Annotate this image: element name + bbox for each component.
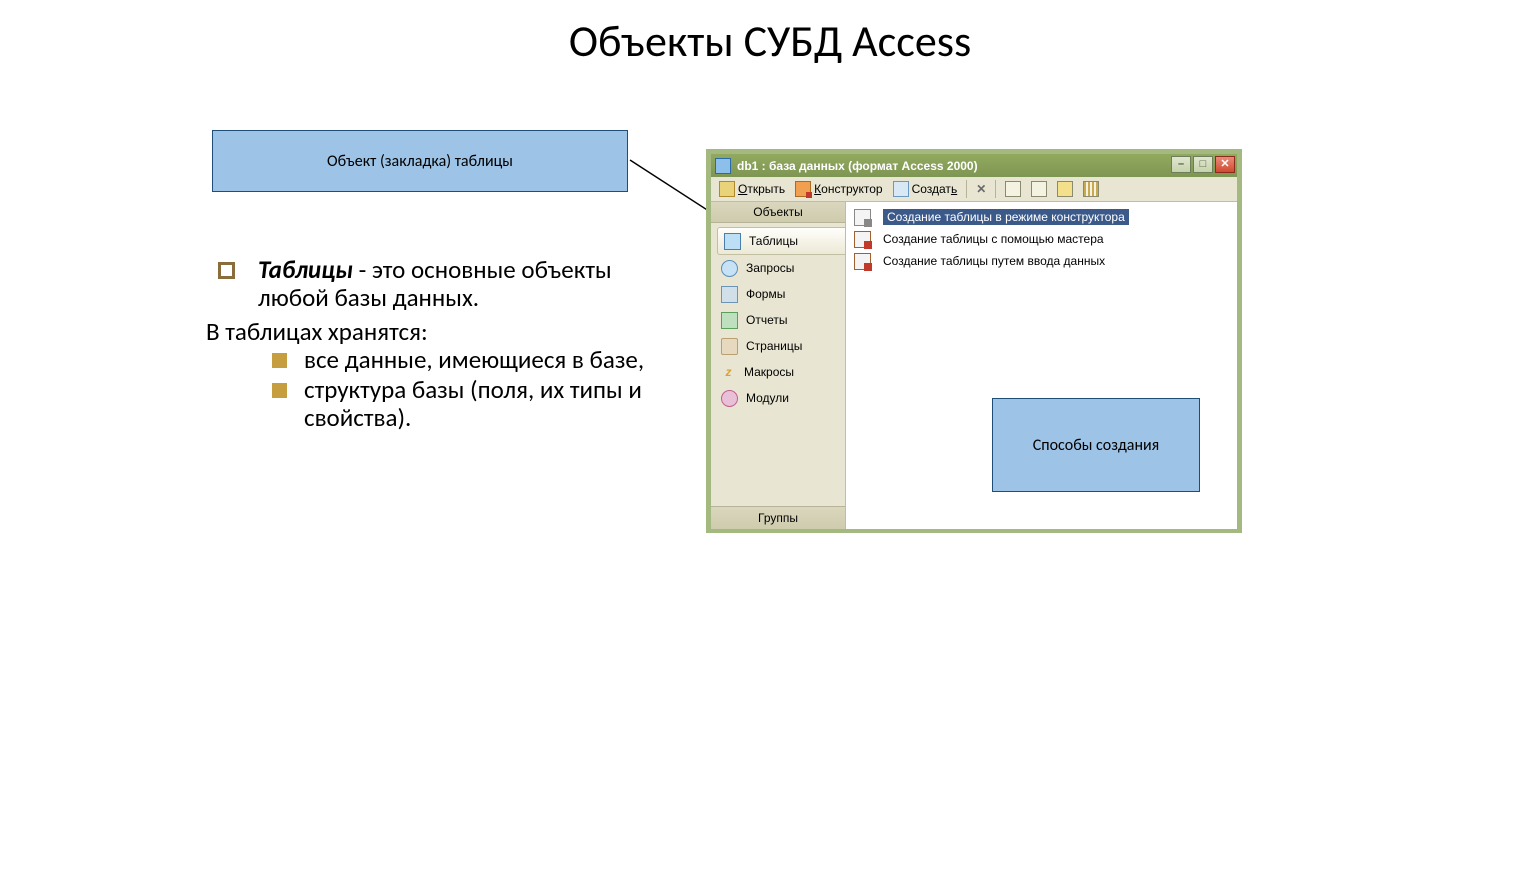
toolbar-design[interactable]: Конструктор xyxy=(791,179,886,199)
list-label-2: Создание таблицы с помощью мастера xyxy=(883,232,1104,246)
toolbar-view-details[interactable] xyxy=(1079,179,1103,199)
tables-icon xyxy=(724,233,741,250)
sidebar-modules-label: Модули xyxy=(746,391,789,405)
objects-header[interactable]: Объекты xyxy=(711,202,845,223)
toolbar-view-small[interactable] xyxy=(1027,179,1051,199)
list-item-create-design[interactable]: Создание таблицы в режиме конструктора xyxy=(846,206,1237,228)
wizard-icon xyxy=(854,253,871,270)
toolbar: ООткрытьткрыть Конструктор Создать ✕ xyxy=(711,177,1237,202)
toolbar-create[interactable]: Создать xyxy=(889,179,962,199)
window-titlebar[interactable]: db1 : база данных (формат Access 2000) –… xyxy=(711,154,1237,177)
app-icon xyxy=(715,158,731,174)
macros-icon: z xyxy=(721,365,736,380)
design-icon xyxy=(795,181,811,197)
toolbar-open[interactable]: ООткрытьткрыть xyxy=(715,179,789,199)
maximize-button[interactable]: □ xyxy=(1193,156,1213,173)
pages-icon xyxy=(721,338,738,355)
groups-header[interactable]: Группы xyxy=(711,506,845,529)
toolbar-divider-2 xyxy=(995,180,996,198)
toolbar-view-list[interactable] xyxy=(1053,179,1077,199)
sidebar-forms-label: Формы xyxy=(746,287,785,301)
body-text: Таблицы - это основные объекты любой баз… xyxy=(214,256,674,434)
new-icon xyxy=(893,181,909,197)
reports-icon xyxy=(721,312,738,329)
wizard-icon xyxy=(854,231,871,248)
list-label-1: Создание таблицы в режиме конструктора xyxy=(883,209,1129,225)
sidebar-item-forms[interactable]: Формы xyxy=(711,281,845,307)
minimize-button[interactable]: – xyxy=(1171,156,1191,173)
sidebar-item-macros[interactable]: z Макросы xyxy=(711,359,845,385)
callout-creation-methods: Способы создания xyxy=(992,398,1200,492)
wizard-icon xyxy=(854,209,871,226)
open-icon xyxy=(719,181,735,197)
window-title: db1 : база данных (формат Access 2000) xyxy=(737,159,978,173)
list-item-create-wizard[interactable]: Создание таблицы с помощью мастера xyxy=(846,228,1237,250)
list-item-create-entry[interactable]: Создание таблицы путем ввода данных xyxy=(846,250,1237,272)
sidebar-macros-label: Макросы xyxy=(744,365,794,379)
sidebar-item-modules[interactable]: Модули xyxy=(711,385,845,411)
forms-icon xyxy=(721,286,738,303)
toolbar-divider xyxy=(966,180,967,198)
sidebar-item-reports[interactable]: Отчеты xyxy=(711,307,845,333)
queries-icon xyxy=(721,260,738,277)
sidebar-pages-label: Страницы xyxy=(746,339,802,353)
objects-pane: Объекты Таблицы Запросы Формы Отчеты xyxy=(711,202,846,529)
toolbar-view-large[interactable] xyxy=(1001,179,1025,199)
sidebar-item-tables[interactable]: Таблицы xyxy=(717,227,845,255)
modules-icon xyxy=(721,390,738,407)
sidebar-reports-label: Отчеты xyxy=(746,313,787,327)
sub-bullet-data: все данные, имеющиеся в базе, xyxy=(272,346,674,374)
slide-title: Объекты СУБД Access xyxy=(0,14,1540,68)
sub-bullet-structure: структура базы (поля, их типы и свойства… xyxy=(272,376,674,432)
sidebar-queries-label: Запросы xyxy=(746,261,794,275)
sidebar-item-pages[interactable]: Страницы xyxy=(711,333,845,359)
tables-term: Таблицы xyxy=(258,254,353,285)
toolbar-delete[interactable]: ✕ xyxy=(972,179,990,199)
stored-intro: В таблицах хранятся: xyxy=(206,318,674,346)
sidebar-item-queries[interactable]: Запросы xyxy=(711,255,845,281)
list-label-3: Создание таблицы путем ввода данных xyxy=(883,254,1105,268)
callout-object-tab: Объект (закладка) таблицы xyxy=(212,130,628,192)
sidebar-tables-label: Таблицы xyxy=(749,234,798,248)
close-button[interactable]: ✕ xyxy=(1215,156,1235,173)
